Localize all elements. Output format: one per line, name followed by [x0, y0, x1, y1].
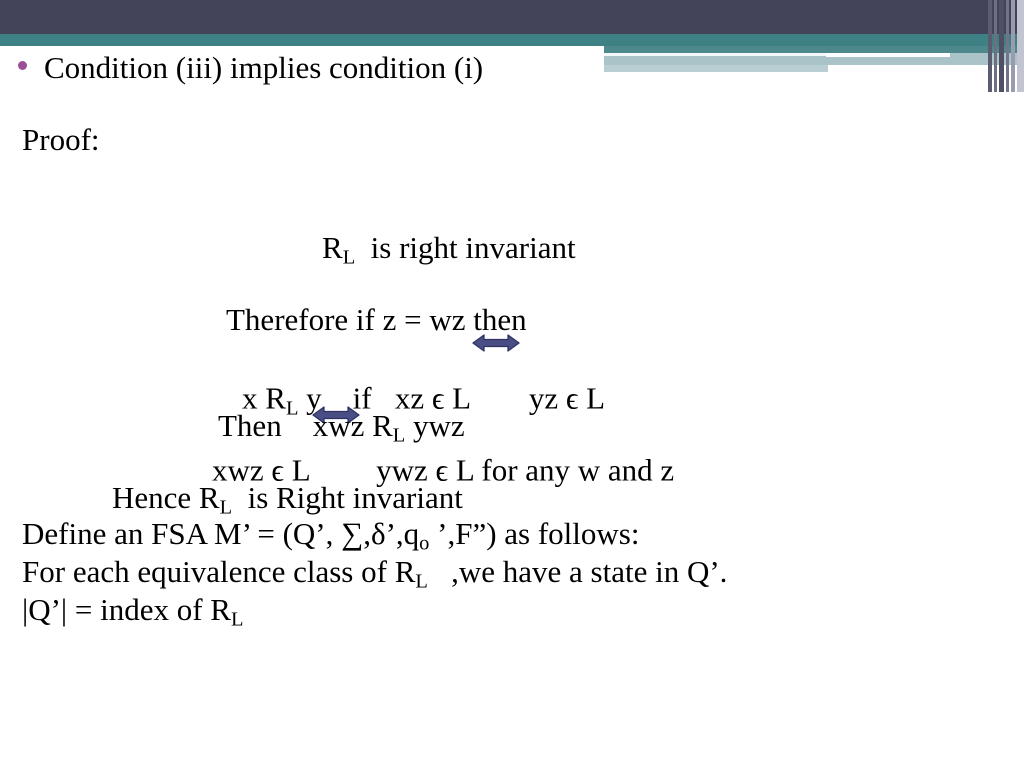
define-fsa-subscript: o [419, 532, 430, 555]
hence-prefix: Hence R [112, 480, 220, 515]
index-prefix: |Q’| = index of R [22, 592, 231, 627]
line-index: |Q’| = index of RL [22, 592, 243, 630]
hence-suffix: is Right invariant [232, 480, 463, 515]
right-invariant-text: is right invariant [355, 230, 576, 265]
index-subscript: L [230, 608, 244, 631]
line-right-invariant: RL is right invariant [322, 230, 576, 268]
equivalence-suffix: ,we have a state in Q’. [427, 554, 728, 589]
bullet-item-label: Condition (iii) implies condition (i) [44, 50, 484, 85]
line-therefore: Therefore if z = wz then [226, 302, 527, 337]
equivalence-prefix: For each equivalence class of R [22, 554, 416, 589]
line-define-fsa: Define an FSA M’ = (Q’, ∑,δ’,qo ’,F”) as… [22, 516, 640, 554]
slide-body: Condition (iii) implies condition (i) Pr… [0, 0, 1024, 768]
double-headed-arrow-icon [472, 268, 520, 352]
line-equivalence: For each equivalence class of RL ,we hav… [22, 554, 728, 592]
then-suffix: ywz [405, 408, 465, 443]
define-fsa-prefix: Define an FSA M’ = (Q’, ∑,δ’,q [22, 516, 420, 551]
r-symbol: R [322, 230, 343, 265]
equivalence-subscript: L [415, 570, 428, 593]
r-subscript: L [342, 246, 356, 269]
line-hence: Hence RL is Right invariant [112, 480, 463, 518]
proof-label: Proof: [22, 122, 100, 157]
define-fsa-tail: ’,F”) as follows: [429, 516, 640, 551]
bullet-dot-icon [18, 61, 27, 70]
double-headed-arrow-icon [311, 340, 360, 424]
then-subscript: L [392, 424, 406, 447]
bullet-list-item: Condition (iii) implies condition (i) [18, 50, 483, 86]
then-prefix: Then xwz R [218, 408, 393, 443]
line-then: Then xwz RL ywz [218, 408, 465, 446]
